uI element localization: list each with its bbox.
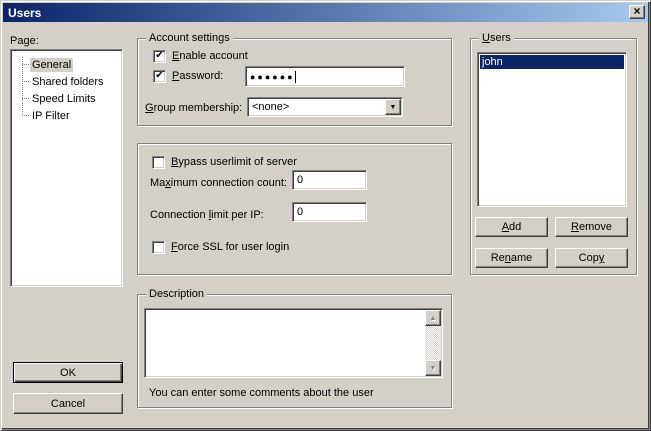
connection-limit-per-ip-value: 0 xyxy=(297,206,303,218)
arrow-up-icon: ▲ xyxy=(430,315,437,322)
ok-button-label: OK xyxy=(60,367,76,379)
group-membership-label: Group membership: xyxy=(145,102,242,114)
close-button[interactable]: × xyxy=(629,5,645,19)
force-ssl-label[interactable]: Force SSL for user login xyxy=(171,241,289,253)
tree-item-speed-limits[interactable]: Speed Limits xyxy=(22,90,98,107)
password-field[interactable]: ●●●●●● xyxy=(245,66,405,87)
arrow-down-icon: ▼ xyxy=(430,365,437,372)
enable-account-checkbox[interactable]: ✔ xyxy=(153,50,166,63)
max-connection-count-label: Maximum connection count: xyxy=(150,177,287,189)
tree-stub xyxy=(22,98,29,99)
password-label[interactable]: Password: xyxy=(172,70,223,82)
users-listbox[interactable]: john xyxy=(477,52,627,207)
force-ssl-checkbox[interactable]: ✔ xyxy=(152,241,165,254)
window-title: Users xyxy=(8,6,41,20)
connection-limit-per-ip-label: Connection limit per IP: xyxy=(150,209,264,221)
enable-account-row: ✔ Enable account xyxy=(153,49,248,63)
tree-item-label[interactable]: General xyxy=(30,58,73,72)
tree-item-label[interactable]: Speed Limits xyxy=(30,92,98,106)
chevron-down-icon: ▼ xyxy=(390,104,397,111)
group-membership-value: <none> xyxy=(252,101,289,113)
dropdown-button[interactable]: ▼ xyxy=(385,99,401,115)
add-button-label: Add xyxy=(502,221,522,233)
text-caret xyxy=(295,71,296,83)
password-row: ✔ Password: xyxy=(153,69,223,83)
password-checkbox[interactable]: ✔ xyxy=(153,70,166,83)
rename-button[interactable]: Rename xyxy=(475,248,548,268)
checkmark-icon: ✔ xyxy=(155,51,163,61)
remove-button-label: Remove xyxy=(571,221,612,233)
tree-stub xyxy=(22,64,29,65)
ok-button[interactable]: OK xyxy=(13,362,123,383)
enable-account-label[interactable]: Enable account xyxy=(172,50,248,62)
account-settings-title: Account settings xyxy=(146,32,233,44)
bypass-userlimit-row: ✔ Bypass userlimit of server xyxy=(152,155,297,169)
description-textarea[interactable]: ▲ ▼ xyxy=(144,308,443,378)
tree-stub xyxy=(22,115,29,116)
rename-button-label: Rename xyxy=(491,252,533,264)
tree-item-shared-folders[interactable]: Shared folders xyxy=(22,73,106,90)
add-button[interactable]: Add xyxy=(475,217,548,237)
group-membership-select[interactable]: <none> ▼ xyxy=(247,97,403,117)
cancel-button-label: Cancel xyxy=(51,398,85,410)
bypass-userlimit-label[interactable]: Bypass userlimit of server xyxy=(171,156,297,168)
close-icon: × xyxy=(633,5,640,17)
max-connection-count-field[interactable]: 0 xyxy=(292,170,367,190)
bypass-userlimit-checkbox[interactable]: ✔ xyxy=(152,156,165,169)
tree-item-ip-filter[interactable]: IP Filter xyxy=(22,107,72,124)
page-label: Page: xyxy=(10,35,39,47)
user-list-item[interactable]: john xyxy=(480,55,624,69)
tree-item-label[interactable]: Shared folders xyxy=(30,75,106,89)
checkmark-icon: ✔ xyxy=(155,71,163,81)
tree-item-general[interactable]: General xyxy=(22,56,73,73)
titlebar[interactable]: Users × xyxy=(3,3,648,22)
users-dialog: Users × Page: General Shared folders Spe… xyxy=(0,0,651,431)
scroll-up-button[interactable]: ▲ xyxy=(425,310,441,326)
copy-button-label: Copy xyxy=(579,252,605,264)
description-title: Description xyxy=(146,288,207,300)
max-connection-count-value: 0 xyxy=(297,174,303,186)
remove-button[interactable]: Remove xyxy=(555,217,628,237)
scroll-down-button[interactable]: ▼ xyxy=(425,360,441,376)
users-group-title: Users xyxy=(479,32,514,44)
tree-item-label[interactable]: IP Filter xyxy=(30,109,72,123)
force-ssl-row: ✔ Force SSL for user login xyxy=(152,240,289,254)
tree-stub xyxy=(22,81,29,82)
page-tree: General Shared folders Speed Limits IP F… xyxy=(10,49,123,287)
description-hint: You can enter some comments about the us… xyxy=(149,387,374,399)
copy-button[interactable]: Copy xyxy=(555,248,628,268)
description-scrollbar[interactable]: ▲ ▼ xyxy=(425,310,441,376)
password-masked-value: ●●●●●● xyxy=(250,72,295,82)
user-name: john xyxy=(482,56,503,68)
connection-limit-per-ip-field[interactable]: 0 xyxy=(292,202,367,222)
cancel-button[interactable]: Cancel xyxy=(13,393,123,414)
